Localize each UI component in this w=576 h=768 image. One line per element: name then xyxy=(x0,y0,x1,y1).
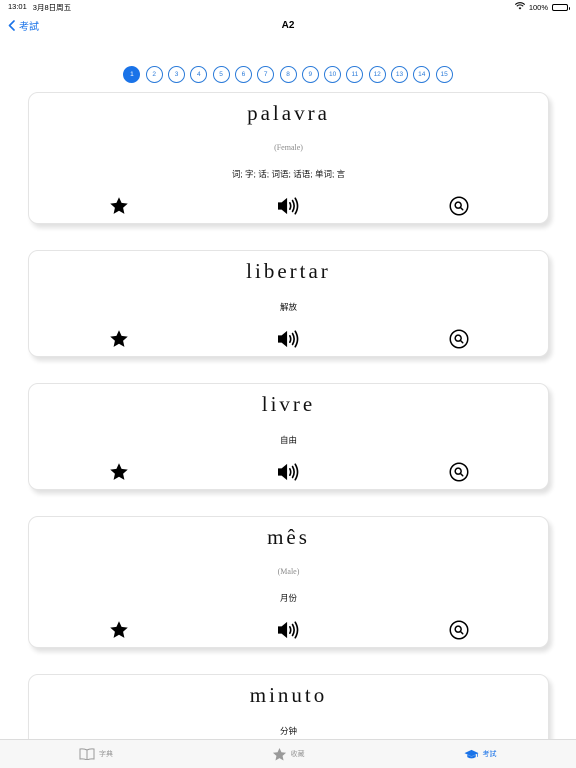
page-button-14[interactable]: 14 xyxy=(413,66,431,83)
star-icon xyxy=(110,621,128,638)
star-icon xyxy=(272,747,286,760)
tab-dictionary[interactable]: 字典 xyxy=(0,740,192,768)
lookup-button[interactable] xyxy=(448,619,470,641)
tab-exam[interactable]: 考試 xyxy=(384,740,576,768)
star-icon xyxy=(110,463,128,480)
book-icon xyxy=(79,748,95,760)
search-circle-icon xyxy=(449,196,469,216)
page-button-12[interactable]: 12 xyxy=(368,66,386,83)
search-circle-icon xyxy=(449,462,469,482)
page-selector: 1 2 3 4 5 6 7 8 9 10 11 12 13 14 15 xyxy=(0,66,576,83)
favorite-button[interactable] xyxy=(108,328,130,350)
speaker-icon xyxy=(278,621,299,639)
page-button-13[interactable]: 13 xyxy=(390,66,408,83)
page-title: A2 xyxy=(281,20,295,31)
page-button-8[interactable]: 8 xyxy=(279,66,297,83)
page-button-5[interactable]: 5 xyxy=(212,66,230,83)
page-button-2[interactable]: 2 xyxy=(145,66,163,83)
page-button-7[interactable]: 7 xyxy=(257,66,275,83)
word-text: libertar xyxy=(246,259,331,283)
word-card: mês (Male) 月份 xyxy=(28,516,549,648)
speaker-icon xyxy=(278,330,299,348)
status-time: 13:01 xyxy=(8,1,27,11)
word-text: minuto xyxy=(249,683,328,707)
wifi-icon xyxy=(514,2,525,12)
page-button-9[interactable]: 9 xyxy=(301,66,319,83)
status-date: 3月8日周五 xyxy=(32,2,72,12)
status-bar: 13:01 3月8日周五 100% xyxy=(0,0,576,14)
gender-label: (Male) xyxy=(277,567,300,576)
speaker-icon xyxy=(278,197,299,215)
gender-label: (Female) xyxy=(274,143,303,152)
search-circle-icon xyxy=(449,620,469,640)
page-button-10[interactable]: 10 xyxy=(324,66,342,83)
meaning-text: 分钟 xyxy=(279,726,297,736)
page-button-4[interactable]: 4 xyxy=(190,66,208,83)
tab-label: 考試 xyxy=(482,751,497,758)
speak-button[interactable] xyxy=(277,619,299,641)
lookup-button[interactable] xyxy=(448,328,470,350)
word-text: mês xyxy=(267,525,310,549)
page-button-1[interactable]: 1 xyxy=(123,66,141,83)
word-card: libertar 解放 xyxy=(28,250,549,357)
speak-button[interactable] xyxy=(277,461,299,483)
star-icon xyxy=(110,197,128,214)
tab-label: 收藏 xyxy=(290,751,305,758)
speak-button[interactable] xyxy=(277,195,299,217)
lookup-button[interactable] xyxy=(448,195,470,217)
word-card: livre 自由 xyxy=(28,383,549,490)
meaning-text: 自由 xyxy=(279,435,297,445)
meaning-text: 词; 字; 话; 词语; 话语; 单词; 言 xyxy=(231,169,346,179)
page-button-11[interactable]: 11 xyxy=(346,66,364,83)
page-button-3[interactable]: 3 xyxy=(168,66,186,83)
tab-label: 字典 xyxy=(99,751,113,758)
speak-button[interactable] xyxy=(277,328,299,350)
lookup-button[interactable] xyxy=(448,461,470,483)
search-circle-icon xyxy=(449,329,469,349)
meaning-text: 月份 xyxy=(279,593,297,603)
favorite-button[interactable] xyxy=(108,195,130,217)
tab-favorites[interactable]: 收藏 xyxy=(192,740,384,768)
word-text: livre xyxy=(261,392,316,416)
favorite-button[interactable] xyxy=(108,461,130,483)
star-icon xyxy=(110,330,128,347)
favorite-button[interactable] xyxy=(108,619,130,641)
nav-bar: 考試 A2 xyxy=(0,14,576,38)
battery-percent: 100% xyxy=(528,2,548,12)
word-text: palavra xyxy=(247,101,330,125)
word-card: palavra (Female) 词; 字; 话; 词语; 话语; 单词; 言 xyxy=(28,92,549,224)
speaker-icon xyxy=(278,463,299,481)
battery-icon xyxy=(552,3,570,11)
page-button-6[interactable]: 6 xyxy=(234,66,252,83)
page-button-15[interactable]: 15 xyxy=(435,66,453,83)
tab-bar: 字典 收藏 考試 xyxy=(0,739,576,768)
graduation-cap-icon xyxy=(463,749,479,758)
meaning-text: 解放 xyxy=(279,302,297,312)
